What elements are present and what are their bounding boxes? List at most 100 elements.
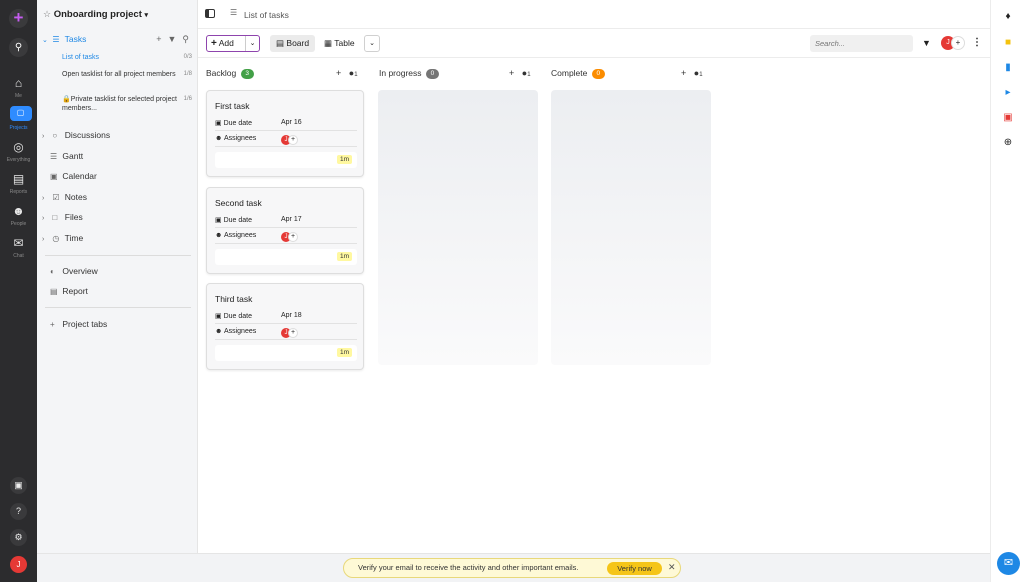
estimate-badge: 1m bbox=[336, 252, 352, 261]
project-sidebar: ☆ Onboarding project ▾ ⌄ ☰ Tasks +▼⚲ Lis… bbox=[37, 0, 198, 553]
filter-icon[interactable]: ▼ bbox=[922, 38, 931, 48]
caret-right-icon[interactable]: › bbox=[42, 133, 50, 140]
bookmark-icon[interactable]: ▮ bbox=[1001, 61, 1015, 75]
rail-item-chat[interactable]: ✉ Chat bbox=[0, 234, 37, 259]
breadcrumb[interactable]: List of tasks bbox=[244, 10, 289, 20]
assignees-row[interactable]: ☻ Assignees J + bbox=[215, 229, 357, 244]
calendar-app-icon[interactable]: ▣ bbox=[1001, 111, 1015, 125]
star-icon[interactable]: ☆ bbox=[43, 9, 51, 19]
task-card[interactable]: First task ▣ Due date Apr 16 ☻ Assignees… bbox=[206, 90, 364, 177]
folder-icon: ▢ bbox=[9, 106, 32, 121]
tasklist-item[interactable]: 🔒Private tasklist for selected project m… bbox=[62, 95, 192, 113]
search-input[interactable] bbox=[810, 35, 913, 52]
chevron-circle-down-icon[interactable]: ⊕ bbox=[1001, 136, 1015, 150]
sidebar-toggle-icon[interactable] bbox=[205, 9, 215, 18]
sidebar-item-report[interactable]: ▤ Report bbox=[50, 286, 211, 296]
lock-icon: 🔒 bbox=[62, 96, 71, 103]
count-badge: 0 bbox=[425, 68, 439, 79]
add-button[interactable]: + Add bbox=[211, 36, 234, 51]
sidebar-item-calendar[interactable]: ▣ Calendar bbox=[50, 171, 211, 181]
right-rail: ♦ ■ ▮ ▸ ▣ ⊕ bbox=[990, 0, 1024, 582]
user-avatar[interactable]: J bbox=[10, 556, 27, 573]
calendar-icon: ▣ bbox=[215, 217, 222, 224]
people-icon: ☻ bbox=[12, 204, 25, 218]
help-icon[interactable]: ? bbox=[10, 503, 27, 520]
calendar-icon: ▣ bbox=[215, 120, 222, 127]
caret-right-icon[interactable]: › bbox=[42, 236, 50, 243]
tab-table[interactable]: ▦ Table bbox=[318, 35, 361, 52]
settings-gear-icon[interactable]: ⚙ bbox=[10, 529, 27, 546]
notes-icon: ☑ bbox=[52, 193, 60, 202]
bell-icon[interactable]: ♦ bbox=[1001, 10, 1015, 24]
rail-item-everything[interactable]: ◎ Everything bbox=[0, 138, 37, 163]
create-plus-icon[interactable]: + bbox=[9, 9, 28, 28]
card-footer: 1m bbox=[215, 152, 357, 168]
rail-item-people[interactable]: ☻ People bbox=[0, 202, 37, 227]
file-icon: □ bbox=[52, 213, 58, 222]
assignees-row[interactable]: ☻ Assignees J + bbox=[215, 132, 357, 147]
gantt-icon: ☰ bbox=[50, 152, 58, 161]
sidebar-item-discussions[interactable]: › ○ Discussions bbox=[42, 130, 203, 140]
people-icon: ☻ bbox=[215, 328, 223, 335]
chevron-down-icon[interactable]: ▾ bbox=[145, 12, 149, 19]
filter-icon[interactable]: ▼ bbox=[167, 34, 182, 44]
add-task-icon[interactable]: + bbox=[509, 68, 514, 78]
add-assignee-icon[interactable]: + bbox=[288, 135, 298, 145]
estimate-badge: 1m bbox=[336, 155, 352, 164]
discussion-icon: ○ bbox=[52, 131, 58, 140]
task-title[interactable]: Third task bbox=[215, 294, 252, 304]
rail-item-projects[interactable]: ▢ Projects bbox=[0, 106, 37, 131]
more-vertical-icon[interactable]: ⋮ bbox=[972, 37, 982, 48]
board-icon: ▤ bbox=[276, 38, 285, 48]
task-card[interactable]: Second task ▣ Due date Apr 17 ☻ Assignee… bbox=[206, 187, 364, 274]
project-title[interactable]: ☆ Onboarding project ▾ bbox=[43, 9, 148, 20]
sidebar-item-notes[interactable]: › ☑ Notes bbox=[42, 192, 203, 202]
sidebar-item-gantt[interactable]: ☰ Gantt bbox=[50, 151, 211, 161]
caret-right-icon[interactable]: › bbox=[42, 195, 50, 202]
sidebar-item-files[interactable]: › □ Files bbox=[42, 212, 203, 222]
divider bbox=[45, 307, 191, 308]
sidebar-item-overview[interactable]: ◐ Overview bbox=[50, 266, 211, 276]
megaphone-icon[interactable]: ▸ bbox=[1001, 86, 1015, 100]
add-icon[interactable]: + bbox=[156, 34, 167, 44]
card-footer: 1m bbox=[215, 345, 357, 361]
add-assignee-icon[interactable]: + bbox=[288, 328, 298, 338]
rail-item-reports[interactable]: ▤ Reports bbox=[0, 170, 37, 195]
close-icon[interactable]: ✕ bbox=[668, 562, 676, 573]
add-task-icon[interactable]: + bbox=[336, 68, 341, 78]
sidebar-item-time[interactable]: › ◷ Time bbox=[42, 233, 203, 243]
calendar-icon: ▣ bbox=[215, 313, 222, 320]
count-badge: 3 bbox=[240, 68, 254, 79]
sticky-note-icon[interactable]: ■ bbox=[1001, 36, 1015, 50]
add-task-icon[interactable]: + bbox=[681, 68, 686, 78]
column-header-backlog: Backlog 3 bbox=[206, 68, 254, 79]
feedback-icon[interactable]: ▣ bbox=[10, 477, 27, 494]
add-assignee-icon[interactable]: + bbox=[288, 232, 298, 242]
bar-chart-icon: ▤ bbox=[12, 172, 25, 186]
search-icon[interactable]: ⚲ bbox=[182, 34, 189, 44]
plus-icon: + bbox=[211, 38, 217, 49]
caret-right-icon[interactable]: › bbox=[42, 215, 50, 222]
due-date-row[interactable]: ▣ Due date Apr 16 bbox=[215, 116, 357, 131]
tasklist-item[interactable]: List of tasks 0/3 bbox=[62, 53, 192, 62]
app-rail: + ⚲ ⌂ Me ▢ Projects ◎ Everything ▤ Repor… bbox=[0, 0, 37, 582]
chat-icon: ✉ bbox=[13, 236, 24, 250]
task-title[interactable]: First task bbox=[215, 101, 249, 111]
report-chart-icon: ▤ bbox=[50, 287, 58, 296]
add-member-icon[interactable]: + bbox=[951, 36, 965, 50]
tasklist-item[interactable]: Open tasklist for all project members 1/… bbox=[62, 70, 192, 79]
add-dropdown-chevron-icon[interactable]: ⌄ bbox=[245, 36, 259, 51]
sidebar-item-project-tabs[interactable]: + Project tabs bbox=[50, 319, 211, 329]
search-icon[interactable]: ⚲ bbox=[9, 38, 28, 57]
tab-board[interactable]: ▤ Board bbox=[270, 35, 316, 52]
due-date-row[interactable]: ▣ Due date Apr 17 bbox=[215, 213, 357, 228]
task-title[interactable]: Second task bbox=[215, 198, 262, 208]
caret-down-icon[interactable]: ⌄ bbox=[42, 36, 50, 44]
chat-bubble-icon[interactable]: ✉ bbox=[997, 552, 1020, 575]
assignees-row[interactable]: ☻ Assignees J + bbox=[215, 325, 357, 340]
rail-item-me[interactable]: ⌂ Me bbox=[0, 74, 37, 99]
verify-now-button[interactable]: Verify now bbox=[607, 562, 662, 575]
task-card[interactable]: Third task ▣ Due date Apr 18 ☻ Assignees… bbox=[206, 283, 364, 370]
due-date-row[interactable]: ▣ Due date Apr 18 bbox=[215, 309, 357, 324]
view-more-chevron-icon[interactable]: ⌄ bbox=[364, 35, 380, 52]
